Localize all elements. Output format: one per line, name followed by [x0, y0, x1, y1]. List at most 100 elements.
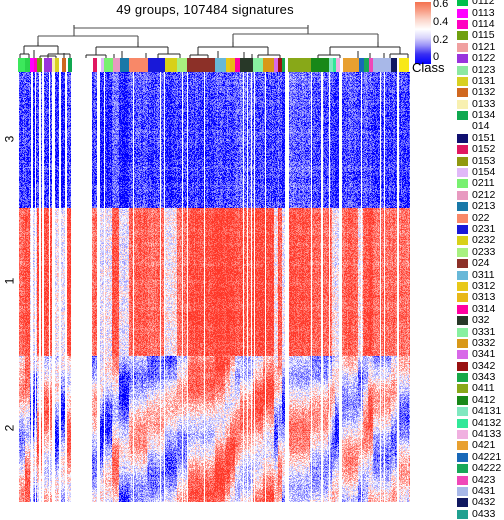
class-legend-item[interactable]: 0232 — [457, 235, 504, 246]
class-legend-label: 0313 — [472, 291, 496, 304]
class-legend-item[interactable]: 014 — [457, 121, 504, 132]
class-legend-item[interactable]: 0433 — [457, 509, 504, 520]
class-legend-swatch — [457, 8, 468, 18]
class-legend-swatch — [457, 373, 468, 383]
class-legend-swatch — [457, 31, 468, 41]
class-legend-swatch — [457, 259, 468, 269]
class-legend-label: 032 — [472, 314, 490, 327]
class-legend-label: 0123 — [472, 63, 496, 76]
class-legend-item[interactable]: 0152 — [457, 144, 504, 155]
class-legend-swatch — [457, 498, 468, 508]
class-legend-label: 0112 — [472, 0, 495, 8]
class-legend-item[interactable]: 0213 — [457, 201, 504, 212]
class-legend-item[interactable]: 0341 — [457, 349, 504, 360]
class-legend-label: 0121 — [472, 40, 496, 53]
class-legend-label: 0152 — [472, 143, 496, 156]
class-strip-cell[interactable] — [147, 58, 166, 72]
class-legend-label: 0132 — [472, 86, 496, 99]
colorbar-tick-0.2: 0.2 — [433, 34, 449, 46]
class-legend-item[interactable]: 024 — [457, 258, 504, 269]
class-legend-item[interactable]: 0432 — [457, 497, 504, 508]
class-legend-label: 0113 — [472, 6, 495, 19]
class-legend-item[interactable]: 0115 — [457, 30, 504, 41]
class-legend-title: Class — [412, 60, 445, 75]
class-legend-item[interactable]: 0122 — [457, 53, 504, 64]
class-strip-cell[interactable] — [262, 58, 275, 72]
class-strip-cell[interactable] — [343, 58, 360, 72]
class-legend-swatch — [457, 133, 468, 143]
class-legend-swatch — [457, 486, 468, 496]
class-legend-label: 0332 — [472, 336, 496, 349]
class-strip-cell[interactable] — [129, 58, 148, 72]
class-legend-label: 0341 — [472, 348, 496, 361]
class-strip-cell[interactable] — [44, 58, 53, 72]
class-legend-label: 0114 — [472, 17, 495, 30]
class-strip-cell[interactable] — [177, 58, 188, 72]
class-strip-cell[interactable] — [239, 58, 253, 72]
class-legend-swatch — [457, 418, 468, 428]
heatmap-body — [18, 72, 410, 502]
class-legend-label: 0211 — [472, 177, 495, 190]
class-legend-label: 022 — [472, 211, 490, 224]
class-legend-item[interactable]: 04222 — [457, 463, 504, 474]
class-strip-cell[interactable] — [398, 58, 410, 72]
class-strip-cell[interactable] — [112, 58, 120, 72]
class-legend-item[interactable]: 0331 — [457, 326, 504, 337]
class-legend-label: 0314 — [472, 302, 496, 315]
value-colorbar: 0.6 0.4 0.2 0 — [415, 0, 448, 64]
class-legend-swatch — [457, 213, 468, 223]
class-legend-label: 0122 — [472, 52, 496, 65]
class-legend-swatch — [457, 145, 468, 155]
class-legend-label: 0411 — [472, 382, 495, 395]
colorbar-gradient — [415, 2, 431, 64]
class-legend-swatch — [457, 395, 468, 405]
class-legend-label: 0133 — [472, 97, 496, 110]
class-strip-cell[interactable] — [187, 58, 216, 72]
class-legend-swatch — [457, 407, 468, 417]
class-strip-cell[interactable] — [103, 58, 113, 72]
class-legend-label: 0131 — [472, 74, 496, 87]
class-legend-label: 0432 — [472, 496, 496, 509]
class-legend-swatch — [457, 156, 468, 166]
class-strip-cell[interactable] — [310, 58, 329, 72]
class-legend-label: 0431 — [472, 484, 496, 497]
class-legend-label: 014 — [472, 120, 490, 133]
class-legend-swatch — [457, 202, 468, 212]
class-legend-swatch — [457, 0, 468, 7]
class-legend-swatch — [457, 327, 468, 337]
class-strip-cell[interactable] — [71, 58, 93, 72]
class-legend-item[interactable]: 0421 — [457, 440, 504, 451]
class-legend-label: 04131 — [472, 405, 502, 418]
class-legend-swatch — [457, 122, 468, 131]
class-legend-swatch — [457, 361, 468, 371]
class-legend-item[interactable]: 032 — [457, 315, 504, 326]
class-strip-cell[interactable] — [18, 58, 26, 72]
class-legend-swatch — [457, 42, 468, 52]
colorbar-tick-0.4: 0.4 — [433, 16, 449, 28]
class-legend-item[interactable]: 0313 — [457, 292, 504, 303]
row-label-2: 2 — [2, 424, 16, 432]
class-legend-item[interactable]: 0132 — [457, 87, 504, 98]
class-legend-label: 0231 — [472, 223, 496, 235]
class-strip-cell[interactable] — [165, 58, 178, 72]
class-legend-label: 0154 — [472, 166, 496, 179]
class-legend-item[interactable]: 04131 — [457, 406, 504, 417]
class-legend-swatch — [457, 430, 468, 440]
row-label-3: 3 — [2, 135, 16, 143]
class-strip-cell[interactable] — [215, 58, 226, 72]
class-legend-swatch — [457, 54, 468, 64]
class-legend-swatch — [457, 464, 468, 474]
row-label-1: 1 — [2, 277, 16, 284]
class-strip-cell[interactable] — [288, 58, 311, 72]
class-strip-cell[interactable] — [252, 58, 263, 72]
class-legend-item[interactable]: 0411 — [457, 383, 504, 394]
class-legend-label: 0412 — [472, 393, 496, 406]
class-legend-swatch — [457, 304, 468, 314]
class-strip-cell[interactable] — [373, 58, 391, 72]
class-legend-item[interactable]: 0211 — [457, 178, 504, 189]
class-legend-swatch — [457, 281, 468, 291]
class-legend-swatch — [457, 316, 468, 326]
class-strip-cell[interactable] — [119, 58, 130, 72]
class-annotation-strip — [18, 58, 410, 72]
class-legend-label: 0343 — [472, 371, 496, 384]
